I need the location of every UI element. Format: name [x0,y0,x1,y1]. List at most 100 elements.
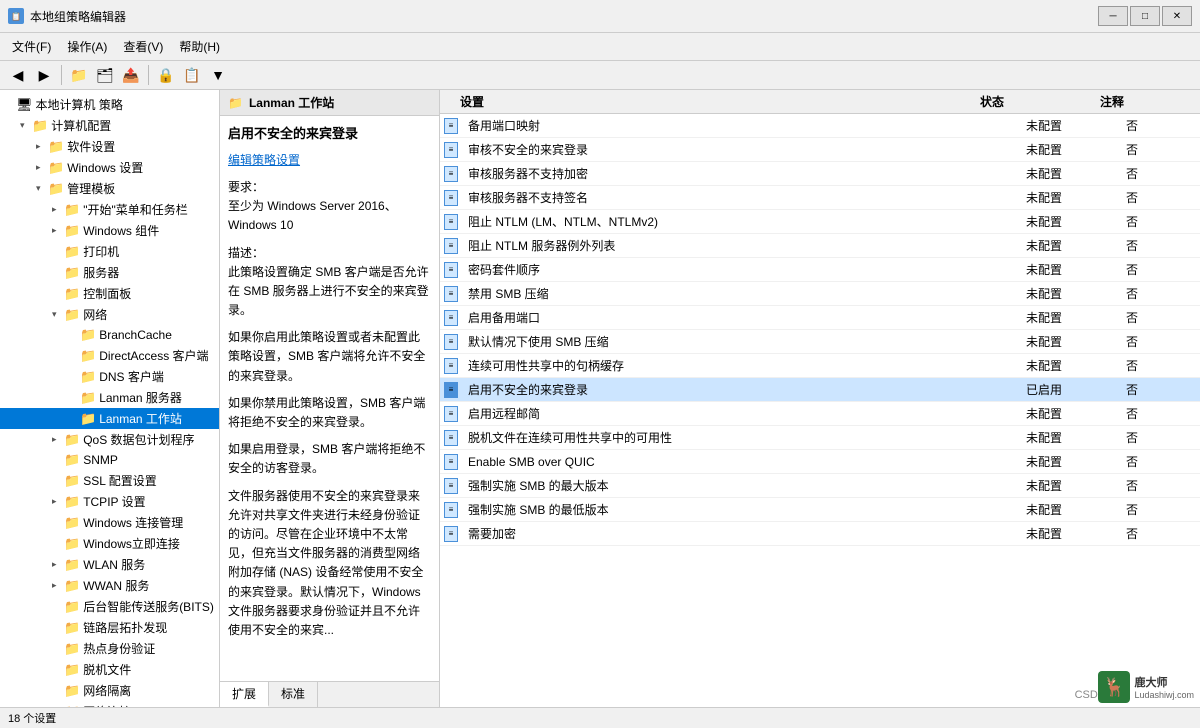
help-button[interactable]: 📋 [180,64,204,86]
back-button[interactable]: ◀ [6,64,30,86]
up-button[interactable]: 📁 [67,64,91,86]
folder-icon: 📁 [64,662,80,678]
sidebar-item-1[interactable]: ▾📁计算机配置 [0,115,219,136]
table-row[interactable]: ≡审核不安全的来宾登录未配置否 [440,138,1200,162]
edit-policy-link[interactable]: 编辑策略设置 [228,153,300,167]
filter-button[interactable]: ▼ [206,64,230,86]
row-icon: ≡ [440,522,462,546]
setting-cell: 审核服务器不支持加密 [462,162,1020,186]
sidebar-item-17[interactable]: 📁SNMP [0,450,219,470]
sidebar-item-label: 热点身份验证 [83,640,155,657]
sidebar-item-18[interactable]: 📁SSL 配置设置 [0,470,219,491]
sidebar-item-19[interactable]: ▸📁TCPIP 设置 [0,491,219,512]
sidebar-item-6[interactable]: ▸📁Windows 组件 [0,220,219,241]
sidebar-item-16[interactable]: ▸📁QoS 数据包计划程序 [0,429,219,450]
table-row[interactable]: ≡密码套件顺序未配置否 [440,258,1200,282]
sidebar-item-label: 本地计算机 策略 [36,96,123,113]
table-row[interactable]: ≡禁用 SMB 压缩未配置否 [440,282,1200,306]
row-icon: ≡ [440,354,462,378]
table-row[interactable]: ≡启用不安全的来宾登录已启用否 [440,378,1200,402]
sidebar-item-23[interactable]: ▸📁WWAN 服务 [0,575,219,596]
export-button[interactable]: 📤 [119,64,143,86]
sidebar-item-3[interactable]: ▸📁Windows 设置 [0,157,219,178]
forward-button[interactable]: ▶ [32,64,56,86]
status-cell: 未配置 [1020,258,1120,282]
table-row[interactable]: ≡连续可用性共享中的句柄缓存未配置否 [440,354,1200,378]
tab-expand[interactable]: 扩展 [220,682,269,707]
row-icon: ≡ [440,378,462,402]
status-cell: 未配置 [1020,186,1120,210]
sidebar-item-7[interactable]: 📁打印机 [0,241,219,262]
show-button[interactable]: 🗂 [93,64,117,86]
sidebar-item-8[interactable]: 📁服务器 [0,262,219,283]
minimize-button[interactable]: ─ [1098,6,1128,26]
menu-view[interactable]: 查看(V) [115,35,171,58]
row-icon: ≡ [440,258,462,282]
table-row[interactable]: ≡阻止 NTLM (LM、NTLM、NTLMv2)未配置否 [440,210,1200,234]
right-panel: 设置 状态 注释 ≡备用端口映射未配置否≡审核不安全的来宾登录未配置否≡审核服务… [440,90,1200,707]
sidebar-item-11[interactable]: 📁BranchCache [0,325,219,345]
sidebar-item-29[interactable]: 📁网络连接 [0,701,219,707]
sidebar-item-26[interactable]: 📁热点身份验证 [0,638,219,659]
table-row[interactable]: ≡阻止 NTLM 服务器例外列表未配置否 [440,234,1200,258]
table-row[interactable]: ≡脱机文件在连续可用性共享中的可用性未配置否 [440,426,1200,450]
status-cell: 未配置 [1020,306,1120,330]
row-icon: ≡ [440,186,462,210]
expand-icon: ▾ [52,309,64,320]
sidebar-item-20[interactable]: 📁Windows 连接管理 [0,512,219,533]
settings-table: ≡备用端口映射未配置否≡审核不安全的来宾登录未配置否≡审核服务器不支持加密未配置… [440,114,1200,546]
expand-icon: ▸ [52,580,64,591]
expand-icon: ▸ [52,204,64,215]
table-row[interactable]: ≡强制实施 SMB 的最低版本未配置否 [440,498,1200,522]
sidebar-item-25[interactable]: 📁链路层拓扑发现 [0,617,219,638]
row-icon: ≡ [440,138,462,162]
sidebar-item-12[interactable]: 📁DirectAccess 客户端 [0,345,219,366]
setting-cell: 启用备用端口 [462,306,1020,330]
sidebar-item-0[interactable]: 🖥本地计算机 策略 [0,94,219,115]
close-button[interactable]: ✕ [1162,6,1192,26]
sidebar-item-2[interactable]: ▸📁软件设置 [0,136,219,157]
sidebar-item-4[interactable]: ▾📁管理模板 [0,178,219,199]
table-row[interactable]: ≡启用备用端口未配置否 [440,306,1200,330]
sidebar-item-15[interactable]: 📁Lanman 工作站 [0,408,219,429]
table-row[interactable]: ≡审核服务器不支持签名未配置否 [440,186,1200,210]
folder-icon: 📁 [64,494,80,510]
tab-standard[interactable]: 标准 [269,682,318,707]
sidebar-item-22[interactable]: ▸📁WLAN 服务 [0,554,219,575]
table-row[interactable]: ≡默认情况下使用 SMB 压缩未配置否 [440,330,1200,354]
sidebar-item-21[interactable]: 📁Windows立即连接 [0,533,219,554]
table-row[interactable]: ≡强制实施 SMB 的最大版本未配置否 [440,474,1200,498]
status-cell: 未配置 [1020,114,1120,138]
status-cell: 未配置 [1020,450,1120,474]
menu-file[interactable]: 文件(F) [4,35,59,58]
note-cell: 否 [1120,402,1200,426]
properties-button[interactable]: 🔒 [154,64,178,86]
table-row[interactable]: ≡审核服务器不支持加密未配置否 [440,162,1200,186]
expand-icon: ▸ [52,434,64,445]
table-row[interactable]: ≡Enable SMB over QUIC未配置否 [440,450,1200,474]
sidebar-item-24[interactable]: 📁后台智能传送服务(BITS) [0,596,219,617]
setting-cell: 强制实施 SMB 的最低版本 [462,498,1020,522]
table-row[interactable]: ≡需要加密未配置否 [440,522,1200,546]
sidebar-item-9[interactable]: 📁控制面板 [0,283,219,304]
sidebar-item-28[interactable]: 📁网络隔离 [0,680,219,701]
maximize-button[interactable]: □ [1130,6,1160,26]
note-cell: 否 [1120,114,1200,138]
sidebar-item-label: 控制面板 [83,285,131,302]
app-icon: 📋 [8,8,24,24]
table-row[interactable]: ≡备用端口映射未配置否 [440,114,1200,138]
table-row[interactable]: ≡启用远程邮简未配置否 [440,402,1200,426]
desc-para-5: 文件服务器使用不安全的来宾登录来允许对共享文件夹进行未经身份验证的访问。尽管在企… [228,487,431,641]
sidebar-item-27[interactable]: 📁脱机文件 [0,659,219,680]
row-icon: ≡ [440,426,462,450]
status-cell: 未配置 [1020,426,1120,450]
sidebar-item-5[interactable]: ▸📁"开始"菜单和任务栏 [0,199,219,220]
sidebar-item-label: BranchCache [99,328,172,342]
status-cell: 未配置 [1020,162,1120,186]
menu-action[interactable]: 操作(A) [59,35,115,58]
sidebar-item-14[interactable]: 📁Lanman 服务器 [0,387,219,408]
menu-help[interactable]: 帮助(H) [171,35,228,58]
sidebar-item-10[interactable]: ▾📁网络 [0,304,219,325]
setting-cell: 脱机文件在连续可用性共享中的可用性 [462,426,1020,450]
sidebar-item-13[interactable]: 📁DNS 客户端 [0,366,219,387]
